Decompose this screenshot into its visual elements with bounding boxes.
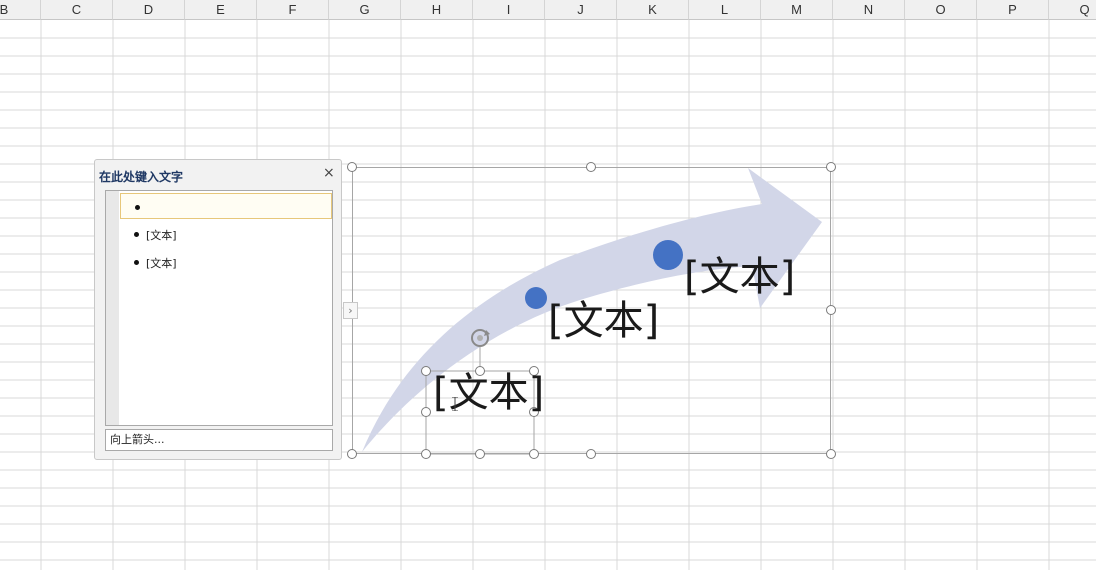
text-pane-bullet-item[interactable]: [文本] (120, 221, 332, 247)
text-pane-gutter (106, 191, 119, 425)
bullet-icon (134, 232, 139, 237)
column-header-g[interactable]: G (329, 0, 401, 20)
column-header-l[interactable]: L (689, 0, 761, 20)
column-header-p[interactable]: P (977, 0, 1049, 20)
text-pane-bullet-item[interactable] (120, 193, 332, 219)
textbox-handle-bottom-right[interactable] (529, 449, 539, 459)
resize-handle-top-right[interactable] (826, 162, 836, 172)
bullet-label[interactable]: [文本] (146, 227, 177, 243)
column-header-m[interactable]: M (761, 0, 833, 20)
smartart-text-2[interactable]: [文本] (548, 301, 659, 341)
column-header-i[interactable]: I (473, 0, 545, 20)
resize-handle-bottom-left[interactable] (347, 449, 357, 459)
column-header-f[interactable]: F (257, 0, 329, 20)
textbox-handle-top-left[interactable] (421, 366, 431, 376)
resize-handle-bottom[interactable] (586, 449, 596, 459)
text-pane-bullet-item[interactable]: [文本] (120, 249, 332, 275)
worksheet[interactable]: B C D E F G H I J K L M N O P Q [文本] [文本… (0, 0, 1096, 570)
column-header-q[interactable]: Q (1049, 0, 1096, 20)
column-header-e[interactable]: E (185, 0, 257, 20)
text-pane-bullet-list[interactable]: [文本] [文本] (105, 190, 333, 426)
resize-handle-bottom-right[interactable] (826, 449, 836, 459)
text-pane-toggle-button[interactable]: › (343, 302, 358, 319)
column-header-d[interactable]: D (113, 0, 185, 20)
layout-description-link[interactable]: 向上箭头... (105, 429, 333, 451)
smartart-text-1[interactable]: [文本] (433, 373, 544, 413)
column-header-c[interactable]: C (41, 0, 113, 20)
column-header-k[interactable]: K (617, 0, 689, 20)
text-pane-title: 在此处键入文字 (99, 170, 184, 184)
resize-handle-top-left[interactable] (347, 162, 357, 172)
text-cursor-icon (452, 396, 458, 412)
bullet-icon (134, 260, 139, 265)
bullet-icon (135, 205, 140, 210)
column-header-j[interactable]: J (545, 0, 617, 20)
column-header-b[interactable]: B (0, 0, 41, 20)
column-header-o[interactable]: O (905, 0, 977, 20)
smartart-text-3[interactable]: [文本] (684, 257, 795, 297)
bullet-label[interactable]: [文本] (146, 255, 177, 271)
resize-handle-right[interactable] (826, 305, 836, 315)
column-header-n[interactable]: N (833, 0, 905, 20)
textbox-handle-bottom-left[interactable] (421, 449, 431, 459)
smartart-text-pane[interactable]: 在此处键入文字 × [文本] [文本] 向上箭头... (94, 159, 342, 460)
textbox-handle-left[interactable] (421, 407, 431, 417)
textbox-handle-bottom[interactable] (475, 449, 485, 459)
close-icon[interactable]: × (323, 165, 335, 181)
resize-handle-top[interactable] (586, 162, 596, 172)
column-header-h[interactable]: H (401, 0, 473, 20)
